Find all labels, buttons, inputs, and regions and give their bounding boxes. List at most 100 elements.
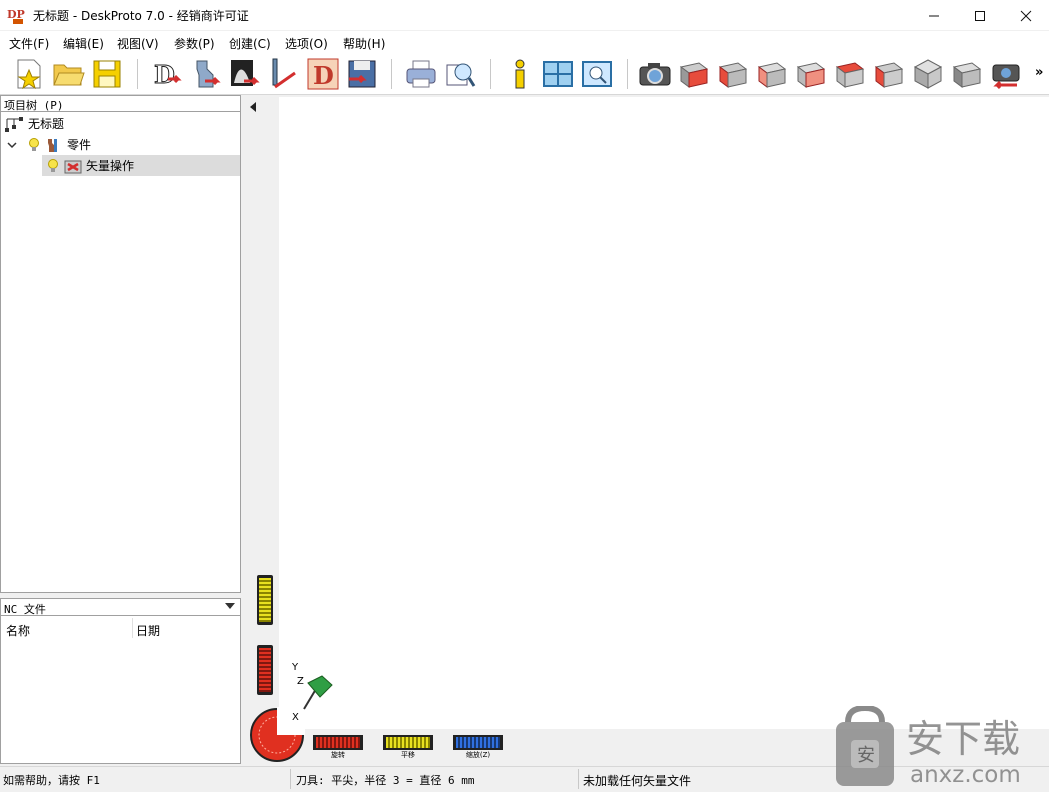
view-iso-icon (913, 59, 943, 89)
svg-text:D: D (154, 60, 175, 89)
import-bitmap-icon (231, 60, 260, 86)
camera-icon (639, 63, 671, 86)
import-vector-button[interactable] (267, 57, 301, 91)
status-vector: 未加载任何矢量文件 (583, 774, 692, 788)
print-preview-icon (446, 63, 476, 87)
new-project-button[interactable] (12, 57, 46, 91)
import-part-button[interactable] (189, 57, 223, 91)
column-header-date[interactable]: 日期 (136, 622, 160, 639)
toolbar-overflow-button[interactable]: » (1035, 65, 1043, 80)
axis-indicator: Y Z X (291, 662, 333, 723)
pan-slider[interactable] (383, 735, 433, 750)
create-nc-button[interactable]: D (306, 57, 340, 91)
list-view-button[interactable] (580, 57, 614, 91)
import-vector-icon (272, 58, 296, 89)
view-left-button[interactable] (755, 57, 789, 91)
3d-viewport[interactable] (279, 97, 1049, 729)
save-button[interactable] (90, 57, 124, 91)
save-nc-button[interactable] (345, 57, 379, 91)
lightbulb-icon[interactable] (27, 137, 41, 153)
menu-options[interactable]: 选项(O) (282, 34, 331, 53)
camera-button[interactable] (638, 57, 672, 91)
tree-operation-label: 矢量操作 (86, 159, 135, 173)
rotate-slider[interactable] (313, 735, 363, 750)
view-back-button[interactable] (716, 57, 750, 91)
title-bar: DP 无标题 - DeskProto 7.0 - 经销商许可证 (0, 0, 1049, 31)
import-geometry-button[interactable]: D (150, 57, 184, 91)
menu-view[interactable]: 视图(V) (114, 34, 162, 53)
svg-text:D: D (313, 61, 334, 90)
tree-item-part[interactable]: 零件 (7, 134, 91, 155)
tree-item-root[interactable]: 无标题 (5, 113, 64, 134)
view-right-button[interactable] (794, 57, 828, 91)
save-disk-icon (93, 60, 121, 88)
part-icon (48, 138, 57, 152)
tree-item-vector-operation[interactable]: 矢量操作 (42, 155, 240, 176)
maximize-icon (975, 10, 985, 21)
nc-files-list[interactable]: 名称 日期 (0, 616, 241, 764)
info-button[interactable] (503, 57, 537, 91)
watermark: 安 安下载 anxz.com (830, 706, 1049, 792)
maximize-button[interactable] (957, 0, 1003, 31)
view-top-button[interactable] (833, 57, 867, 91)
toolbar-separator (627, 59, 628, 89)
zoom-vertical-slider[interactable] (257, 575, 273, 625)
pan-label: 平移 (401, 751, 415, 759)
project-tree-header: 项目树 (P) (0, 95, 241, 112)
svg-text:Y: Y (291, 662, 299, 673)
split-view-icon (543, 61, 573, 87)
toolbar-separator (391, 59, 392, 89)
camera-reset-button[interactable] (989, 57, 1023, 91)
open-button[interactable] (51, 57, 85, 91)
print-button[interactable] (404, 57, 438, 91)
collapse-panel-arrow-icon[interactable] (250, 102, 258, 112)
svg-text:Z: Z (297, 676, 304, 687)
status-divider (290, 769, 291, 789)
view-shaded-icon (952, 62, 982, 88)
import-bitmap-button[interactable] (228, 57, 262, 91)
rotate-label: 旋转 (331, 751, 345, 759)
split-view-button[interactable] (541, 57, 575, 91)
column-header-name[interactable]: 名称 (6, 622, 30, 639)
menu-create[interactable]: 创建(C) (226, 34, 274, 53)
print-preview-button[interactable] (443, 57, 477, 91)
zoom-label: 缩放(Z) (465, 751, 491, 759)
menu-help[interactable]: 帮助(H) (340, 34, 388, 53)
chevron-down-icon[interactable] (7, 140, 17, 150)
menu-edit[interactable]: 编辑(E) (60, 34, 107, 53)
status-divider (578, 769, 579, 789)
view-iso-button[interactable] (911, 57, 945, 91)
menu-file[interactable]: 文件(F) (6, 34, 52, 53)
close-icon (1020, 10, 1032, 21)
save-nc-icon (348, 60, 376, 88)
project-tree-icon (5, 116, 23, 132)
view-top-icon (835, 62, 865, 88)
import-part-icon (196, 60, 221, 88)
import-geometry-icon: D (154, 60, 182, 90)
minimize-button[interactable] (911, 0, 957, 31)
print-icon (406, 60, 436, 88)
vector-operation-icon (64, 160, 82, 173)
slider-grip (386, 737, 430, 748)
tree-part-label: 零件 (67, 138, 92, 152)
window-title: 无标题 - DeskProto 7.0 - 经销商许可证 (33, 9, 249, 23)
view-bottom-button[interactable] (872, 57, 906, 91)
dropdown-arrow-icon[interactable] (225, 603, 235, 611)
open-folder-icon (53, 64, 85, 86)
new-project-icon (17, 59, 41, 90)
lightbulb-icon[interactable] (46, 158, 60, 174)
close-button[interactable] (1003, 0, 1049, 31)
left-panel: 项目树 (P) 无标题 零件 矢量操作 NC 文件 名称 日期 (0, 95, 241, 764)
project-tree[interactable]: 无标题 零件 矢量操作 (0, 112, 241, 593)
list-view-icon (582, 61, 612, 87)
view-front-button[interactable] (677, 57, 711, 91)
view-left-icon (757, 62, 787, 88)
rotate-vertical-slider[interactable] (257, 645, 273, 695)
zoom-slider[interactable] (453, 735, 503, 750)
info-icon (515, 59, 525, 89)
menu-parameters[interactable]: 参数(P) (171, 34, 218, 53)
view-shaded-button[interactable] (950, 57, 984, 91)
slider-grip (316, 737, 360, 748)
slider-grip (259, 648, 271, 692)
view-front-icon (679, 62, 709, 88)
